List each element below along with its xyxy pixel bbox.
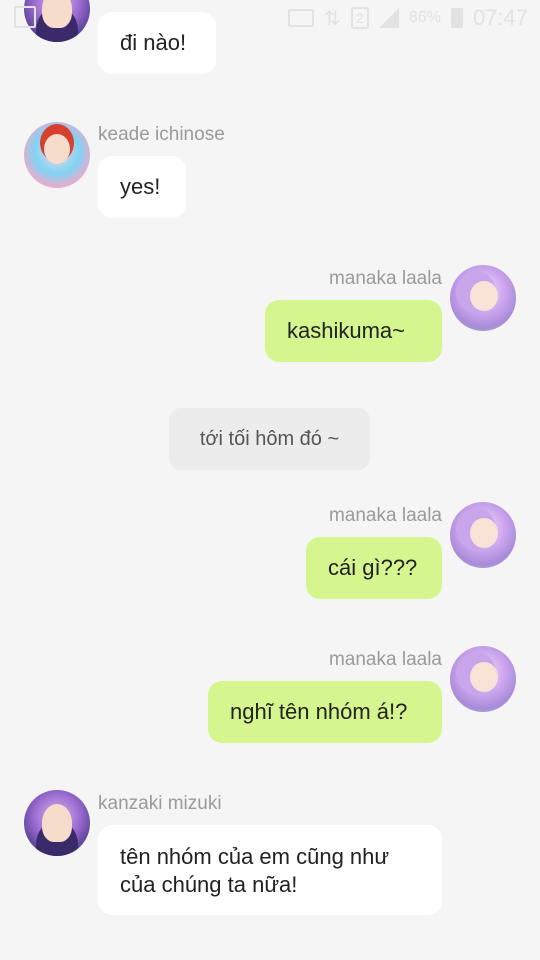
message-bubble[interactable]: cái gì??? [306, 537, 442, 599]
battery-icon [450, 8, 463, 28]
keade-ichinose-avatar[interactable] [24, 122, 90, 188]
message-text: nghĩ tên nhóm á!? [230, 699, 408, 724]
sender-name: manaka laala [328, 649, 442, 670]
sim-icon: 2 [350, 7, 369, 29]
message-bubble[interactable]: kashikuma~ [265, 300, 442, 362]
message-text: kashikuma~ [287, 318, 406, 343]
data-arrows-icon: ⇅ [324, 7, 341, 30]
clock: 07:47 [472, 5, 528, 30]
sender-name: keade ichinose [98, 124, 225, 145]
signal-icon [378, 8, 399, 28]
manaka-laala-avatar[interactable] [450, 646, 516, 712]
screenshot-icon [14, 6, 36, 28]
manaka-laala-avatar[interactable] [450, 502, 516, 568]
message-text: yes! [120, 174, 161, 199]
sender-name: kanzaki mizuki [98, 793, 222, 814]
battery-percent: 86% [408, 9, 441, 26]
sender-name: manaka laala [328, 505, 442, 526]
cast-icon [288, 9, 315, 27]
message-text-line: của chúng ta nữa! [120, 872, 298, 897]
message-bubble[interactable]: tên nhóm của em cũng như của chúng ta nữ… [98, 825, 442, 915]
kanzaki-mizuki-avatar[interactable] [24, 790, 90, 856]
manaka-laala-avatar[interactable] [450, 265, 516, 331]
sender-name: manaka laala [328, 268, 442, 289]
message-bubble[interactable]: nghĩ tên nhóm á!? [208, 681, 442, 743]
system-message-text: tới tối hôm đó ~ [199, 427, 340, 450]
system-message: tới tối hôm đó ~ [169, 408, 370, 470]
message-bubble[interactable]: yes! [98, 156, 186, 218]
message-text-line: tên nhóm của em cũng như [120, 844, 390, 869]
message-text: cái gì??? [328, 555, 418, 580]
status-bar: ⇅ 2 86% 07:47 [0, 0, 540, 36]
